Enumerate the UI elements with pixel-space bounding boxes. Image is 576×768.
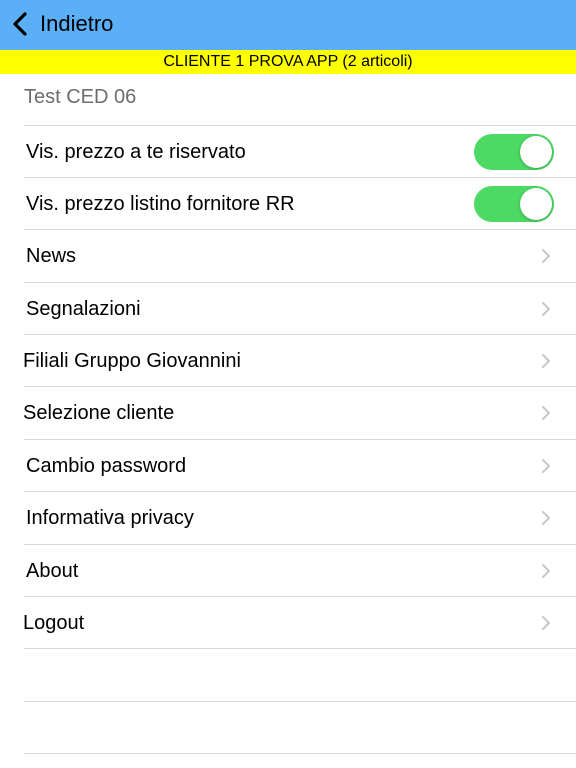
- chevron-right-icon: [542, 511, 550, 525]
- toggle-row-label: Vis. prezzo listino fornitore RR: [26, 193, 295, 215]
- separator: [24, 701, 576, 702]
- menu-item-informativa-privacy[interactable]: Informativa privacy: [0, 492, 576, 544]
- chevron-right-icon: [542, 406, 550, 420]
- chevron-right-icon: [542, 249, 550, 263]
- toggle-row-label: Vis. prezzo a te riservato: [26, 141, 246, 163]
- menu-item-about[interactable]: About: [0, 545, 576, 597]
- menu-item-label: Filiali Gruppo Giovannini: [23, 350, 241, 372]
- toggle-knob: [520, 136, 552, 168]
- back-button[interactable]: Indietro: [8, 6, 113, 42]
- menu-item-selezione-cliente[interactable]: Selezione cliente: [0, 387, 576, 439]
- toggle-knob: [520, 188, 552, 220]
- menu-item-label: News: [26, 245, 77, 267]
- navigation-bar: Indietro: [0, 0, 576, 50]
- menu-item-label: Segnalazioni: [26, 298, 141, 320]
- menu-item-news[interactable]: News: [0, 230, 576, 282]
- toggle-switch-prezzo-listino[interactable]: [474, 186, 554, 222]
- back-button-label: Indietro: [40, 11, 114, 36]
- chevron-right-icon: [542, 354, 550, 368]
- separator: [24, 753, 576, 754]
- toggle-row-prezzo-listino: Vis. prezzo listino fornitore RR: [0, 178, 576, 230]
- toggle-row-prezzo-riservato: Vis. prezzo a te riservato: [0, 126, 576, 178]
- menu-item-label: About: [26, 560, 79, 582]
- menu-item-cambio-password[interactable]: Cambio password: [0, 440, 576, 492]
- section-header: Test CED 06: [24, 86, 137, 108]
- menu-item-label: Informativa privacy: [26, 507, 194, 529]
- chevron-right-icon: [542, 459, 550, 473]
- chevron-left-icon: [13, 12, 27, 36]
- client-banner: CLIENTE 1 PROVA APP (2 articoli): [0, 50, 576, 74]
- menu-item-segnalazioni[interactable]: Segnalazioni: [0, 283, 576, 335]
- menu-item-filiali[interactable]: Filiali Gruppo Giovannini: [0, 335, 576, 387]
- chevron-right-icon: [542, 564, 550, 578]
- menu-item-label: Selezione cliente: [23, 402, 175, 424]
- menu-item-logout[interactable]: Logout: [0, 597, 576, 649]
- menu-item-label: Logout: [23, 612, 85, 634]
- chevron-right-icon: [542, 302, 550, 316]
- menu-item-label: Cambio password: [26, 455, 187, 477]
- chevron-right-icon: [542, 616, 550, 630]
- toggle-switch-prezzo-riservato[interactable]: [474, 134, 554, 170]
